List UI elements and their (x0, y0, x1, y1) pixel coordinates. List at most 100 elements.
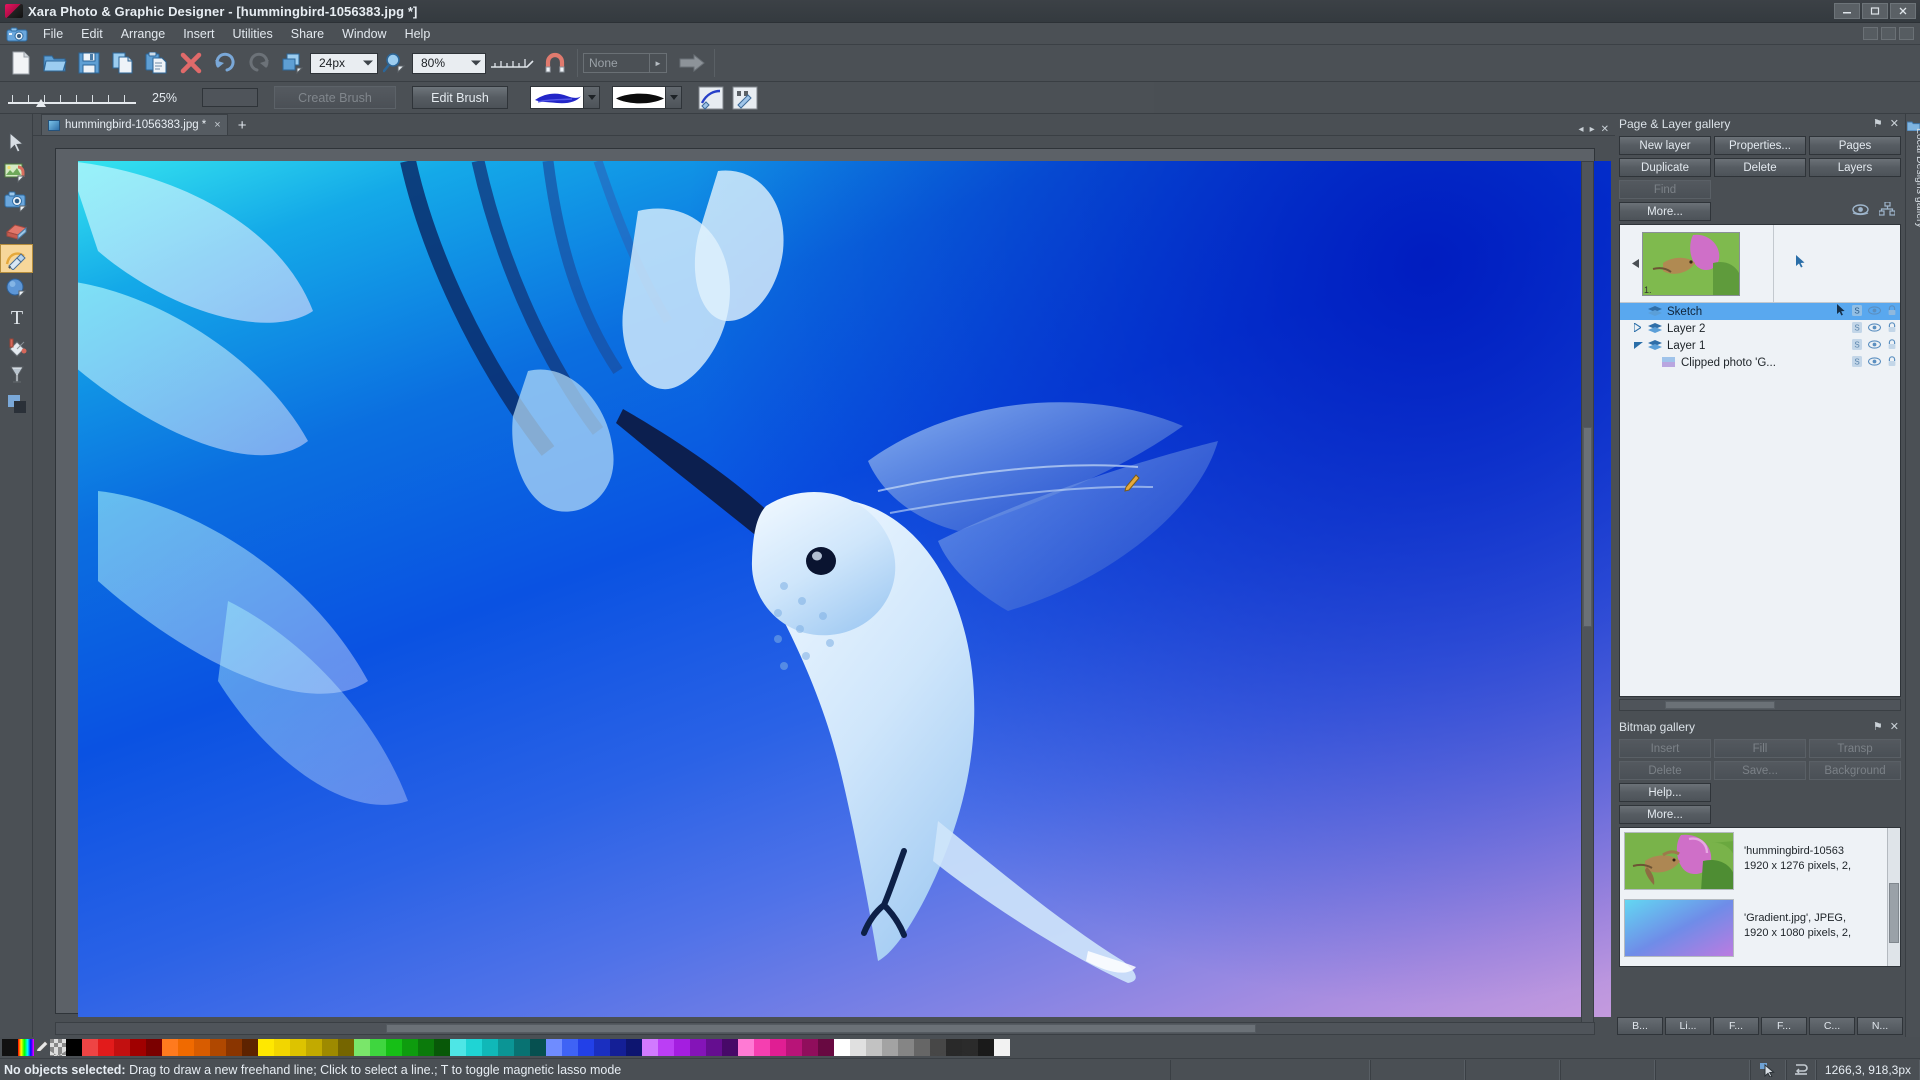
transparency-bitmap-button[interactable]: Transp (1809, 739, 1901, 758)
text-tool[interactable]: T (0, 302, 33, 331)
color-swatch[interactable] (722, 1039, 738, 1056)
paste-icon[interactable] (140, 48, 174, 79)
document-restore-button[interactable] (1881, 27, 1896, 40)
selector-tool[interactable] (0, 128, 33, 157)
expand-arrow-icon[interactable] (1633, 321, 1644, 335)
color-swatch[interactable] (242, 1039, 258, 1056)
color-swatch[interactable] (530, 1039, 546, 1056)
transparent-swatch[interactable] (50, 1039, 66, 1056)
eyedropper-swatch[interactable] (34, 1039, 50, 1056)
color-swatch[interactable] (402, 1039, 418, 1056)
redo-icon[interactable] (242, 48, 276, 79)
color-swatch[interactable] (98, 1039, 114, 1056)
selection-arrow-icon[interactable] (1836, 304, 1846, 319)
open-document-icon[interactable] (38, 48, 72, 79)
maximize-button[interactable] (1862, 3, 1888, 19)
delete-icon[interactable] (174, 48, 208, 79)
close-document-icon[interactable]: ✕ (1601, 124, 1609, 135)
color-swatch[interactable] (162, 1039, 178, 1056)
freehand-erase-icon[interactable] (694, 82, 728, 113)
color-swatch[interactable] (946, 1039, 962, 1056)
camera-icon[interactable] (6, 26, 28, 42)
tab-scroll-left-button[interactable]: ◂ (1579, 124, 1584, 135)
scrollbar-thumb[interactable] (386, 1024, 1256, 1033)
zoom-tool-icon[interactable] (378, 48, 412, 79)
color-swatch[interactable] (770, 1039, 786, 1056)
object-name-input[interactable]: None (583, 53, 650, 73)
color-swatch[interactable] (594, 1039, 610, 1056)
visible-eye-icon[interactable] (1867, 339, 1882, 352)
color-swatch[interactable] (578, 1039, 594, 1056)
color-swatch[interactable] (482, 1039, 498, 1056)
menu-item-window[interactable]: Window (333, 25, 395, 43)
layers-button[interactable]: Layers (1809, 158, 1901, 177)
color-swatch[interactable] (194, 1039, 210, 1056)
color-swatch[interactable] (850, 1039, 866, 1056)
create-brush-button[interactable]: Create Brush (274, 86, 396, 109)
color-swatch[interactable] (178, 1039, 194, 1056)
edit-brush-button[interactable]: Edit Brush (412, 86, 508, 109)
close-icon[interactable]: × (214, 119, 220, 131)
save-document-icon[interactable] (72, 48, 106, 79)
canvas-viewport[interactable] (55, 148, 1611, 1027)
solo-icon[interactable]: S (1852, 321, 1862, 336)
show-all-layers-icon[interactable] (1852, 203, 1869, 221)
brush-preview-combo[interactable] (530, 86, 600, 109)
lock-icon[interactable] (1887, 321, 1897, 336)
layer-row-sketch[interactable]: Sketch S (1620, 303, 1900, 320)
ellipse-tool[interactable] (0, 273, 33, 302)
brush-name-field[interactable] (202, 88, 258, 107)
scrollbar-thumb[interactable] (1665, 701, 1775, 709)
color-swatch[interactable] (562, 1039, 578, 1056)
color-swatch[interactable] (418, 1039, 434, 1056)
page-layer-list[interactable]: 1. Sketch S Layer 2 S Layer 1 S Clipped … (1619, 224, 1901, 697)
color-palette[interactable] (66, 1039, 1010, 1056)
background-bitmap-button[interactable]: Background (1809, 761, 1901, 780)
color-swatch[interactable] (626, 1039, 642, 1056)
color-swatch[interactable] (386, 1039, 402, 1056)
freehand-and-brush-tool[interactable] (0, 244, 33, 273)
color-swatch[interactable] (706, 1039, 722, 1056)
color-swatch[interactable] (466, 1039, 482, 1056)
color-swatch[interactable] (370, 1039, 386, 1056)
lock-icon[interactable] (1887, 338, 1897, 353)
color-swatch[interactable] (82, 1039, 98, 1056)
menu-item-edit[interactable]: Edit (72, 25, 112, 43)
color-swatch[interactable] (258, 1039, 274, 1056)
bitmap-list-scrollbar[interactable] (1887, 828, 1900, 966)
smoothing-slider[interactable] (8, 87, 136, 109)
color-swatch[interactable] (818, 1039, 834, 1056)
bitmap-list-item[interactable]: 'Gradient.jpg', JPEG, 1920 x 1080 pixels… (1620, 895, 1900, 962)
color-swatch[interactable] (962, 1039, 978, 1056)
undo-icon[interactable] (208, 48, 242, 79)
layer-row-layer-1[interactable]: Layer 1 S (1620, 337, 1900, 354)
duplicate-icon[interactable] (276, 48, 310, 79)
stroke-profile-combo[interactable] (612, 86, 682, 109)
close-button[interactable] (1890, 3, 1916, 19)
eraser-tool[interactable] (0, 215, 33, 244)
color-swatch[interactable] (786, 1039, 802, 1056)
tab-line-gallery[interactable]: Li... (1665, 1017, 1711, 1035)
horizontal-scrollbar[interactable] (55, 1022, 1595, 1035)
tab-fill-gallery[interactable]: F... (1713, 1017, 1759, 1035)
new-layer-button[interactable]: New layer (1619, 136, 1711, 155)
minimize-button[interactable] (1834, 3, 1860, 19)
visible-eye-icon[interactable] (1867, 356, 1882, 369)
color-swatch[interactable] (898, 1039, 914, 1056)
color-swatch[interactable] (610, 1039, 626, 1056)
gradient-swatch[interactable] (18, 1039, 34, 1056)
duplicate-layer-button[interactable]: Duplicate (1619, 158, 1711, 177)
new-document-icon[interactable] (4, 48, 38, 79)
shadow-tool[interactable] (0, 389, 33, 418)
document-tab[interactable]: hummingbird-1056383.jpg * × (41, 114, 228, 135)
color-swatch[interactable] (274, 1039, 290, 1056)
bitmap-help-button[interactable]: Help... (1619, 783, 1711, 802)
color-swatch[interactable] (290, 1039, 306, 1056)
color-swatch[interactable] (306, 1039, 322, 1056)
close-icon[interactable]: ✕ (1890, 117, 1899, 130)
transparency-tool[interactable] (0, 360, 33, 389)
magnet-snap-icon[interactable] (538, 48, 572, 79)
solo-icon[interactable]: S (1852, 338, 1862, 353)
clipart-tool[interactable] (0, 186, 33, 215)
find-button[interactable]: Find (1619, 180, 1711, 199)
